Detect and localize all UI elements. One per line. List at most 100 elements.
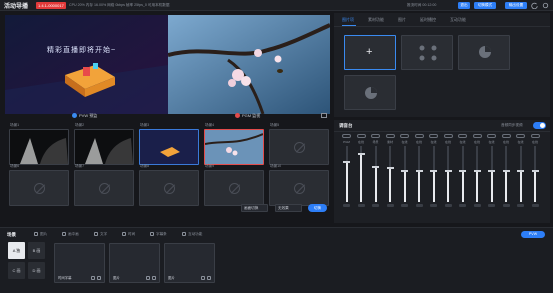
- pgm-label: PGM 监视: [242, 113, 261, 118]
- exit-button[interactable]: 退出: [458, 2, 470, 9]
- scene-name: 场景3: [140, 123, 150, 127]
- layout-a[interactable]: A 独: [8, 242, 25, 259]
- channel-label: 在线: [357, 140, 364, 144]
- refresh-icon[interactable]: [531, 2, 538, 9]
- headphone-icon[interactable]: [400, 134, 409, 138]
- delete-icon[interactable]: [97, 276, 101, 280]
- pvw-button[interactable]: PVW: [521, 231, 545, 238]
- scene-tile[interactable]: 场景1: [9, 123, 69, 165]
- tab-5[interactable]: 互动功能: [450, 17, 466, 23]
- bottom-tab-1[interactable]: 图片: [34, 232, 47, 237]
- scene-tile[interactable]: 场景5: [269, 123, 329, 165]
- mute-button[interactable]: [343, 204, 350, 207]
- tab-3[interactable]: 图片: [398, 17, 406, 23]
- bottom-tab-4[interactable]: 时间: [122, 232, 135, 237]
- overlay-card[interactable]: 图片: [109, 243, 160, 283]
- headphone-icon[interactable]: [385, 134, 395, 138]
- overlay-card[interactable]: 时间字幕: [54, 243, 105, 283]
- scene-tile[interactable]: 场景3: [139, 123, 199, 165]
- fader-knob[interactable]: [488, 170, 495, 173]
- fader-knob[interactable]: [343, 160, 350, 163]
- fader-knob[interactable]: [444, 170, 452, 173]
- cut-button[interactable]: 切换: [308, 204, 327, 212]
- output-settings-button[interactable]: 输出设置: [505, 2, 527, 9]
- layout-d[interactable]: D 画: [28, 262, 45, 279]
- tab-2[interactable]: 素材功能: [368, 17, 384, 23]
- headphone-icon[interactable]: [472, 134, 482, 138]
- mute-button[interactable]: [386, 204, 394, 207]
- fader-knob[interactable]: [430, 170, 437, 173]
- scene-tile[interactable]: 场景6: [9, 164, 69, 206]
- scene-tile[interactable]: 场景2: [74, 123, 134, 165]
- fader-knob[interactable]: [502, 170, 510, 173]
- headphone-icon[interactable]: [414, 134, 424, 138]
- mute-button[interactable]: [473, 204, 481, 207]
- mute-button[interactable]: [502, 204, 510, 207]
- fader-knob[interactable]: [386, 167, 394, 170]
- headphone-icon[interactable]: [371, 134, 380, 138]
- scene-tile[interactable]: 场景9: [204, 164, 264, 206]
- headphone-icon[interactable]: [530, 134, 540, 138]
- scene-tile[interactable]: 场景10: [269, 164, 329, 206]
- mixer-channel: 在线: [442, 134, 455, 207]
- tab-4[interactable]: 延时播控: [420, 17, 436, 23]
- bottom-tab-3[interactable]: 文字: [94, 232, 107, 237]
- headphone-icon[interactable]: [516, 134, 525, 138]
- mute-button[interactable]: [488, 204, 495, 207]
- headphone-icon[interactable]: [429, 134, 438, 138]
- headphone-icon[interactable]: [487, 134, 496, 138]
- headphone-icon[interactable]: [342, 134, 351, 138]
- fader-knob[interactable]: [372, 166, 379, 169]
- pvw-monitor[interactable]: 精彩直播即将开始~: [5, 15, 168, 114]
- mute-button[interactable]: [372, 204, 379, 207]
- fader-knob[interactable]: [401, 170, 408, 173]
- bottom-tab-2[interactable]: 画中画: [62, 232, 79, 237]
- tab-1[interactable]: 图片项: [342, 17, 354, 23]
- edit-icon[interactable]: [146, 276, 150, 280]
- headphone-icon[interactable]: [443, 134, 453, 138]
- scene-tile[interactable]: 场景4: [204, 123, 264, 165]
- mixer-channel: 在线: [485, 134, 498, 207]
- headphone-icon[interactable]: [458, 134, 467, 138]
- fader-knob[interactable]: [473, 170, 481, 173]
- overlay-card[interactable]: 图片: [164, 243, 215, 283]
- mute-button[interactable]: [517, 204, 524, 207]
- effect-select[interactable]: 无效果: [275, 204, 302, 212]
- mute-button[interactable]: [459, 204, 466, 207]
- add-material-slot[interactable]: +: [344, 35, 396, 70]
- fader-knob[interactable]: [517, 170, 524, 173]
- mute-button[interactable]: [415, 204, 423, 207]
- mute-button[interactable]: [357, 204, 365, 207]
- audio-sync-toggle[interactable]: [533, 122, 546, 129]
- mute-button[interactable]: [401, 204, 408, 207]
- material-slot-2[interactable]: [401, 35, 453, 70]
- fader-knob[interactable]: [415, 170, 423, 173]
- switch-mode-button[interactable]: 切换模式: [474, 2, 496, 9]
- mute-button[interactable]: [531, 204, 539, 207]
- fader-knob[interactable]: [531, 170, 539, 173]
- transition-select[interactable]: 画面切换: [241, 204, 268, 212]
- layout-b[interactable]: B 画: [28, 242, 45, 259]
- edit-icon[interactable]: [91, 276, 95, 280]
- material-slot-4[interactable]: [344, 75, 396, 110]
- headphone-icon[interactable]: [356, 134, 366, 138]
- delete-icon[interactable]: [152, 276, 156, 280]
- mute-button[interactable]: [444, 204, 452, 207]
- fader-knob[interactable]: [459, 170, 466, 173]
- mute-button[interactable]: [430, 204, 437, 207]
- no-signal-icon: [34, 183, 45, 194]
- version-badge: 1.4.1-0000017: [36, 2, 66, 9]
- layout-c[interactable]: C 画: [8, 262, 25, 279]
- bottom-tab-5[interactable]: 字幕条: [150, 232, 167, 237]
- bottom-tab-6[interactable]: 互动功能: [182, 232, 202, 237]
- scene-tile[interactable]: 场景8: [139, 164, 199, 206]
- fullscreen-icon[interactable]: [321, 113, 327, 118]
- scene-tile[interactable]: 场景7: [74, 164, 134, 206]
- pgm-monitor[interactable]: [168, 15, 330, 114]
- fader-knob[interactable]: [357, 153, 365, 156]
- material-slot-3[interactable]: [458, 35, 510, 70]
- settings-icon[interactable]: [542, 2, 549, 9]
- headphone-icon[interactable]: [501, 134, 511, 138]
- delete-icon[interactable]: [207, 276, 211, 280]
- edit-icon[interactable]: [201, 276, 205, 280]
